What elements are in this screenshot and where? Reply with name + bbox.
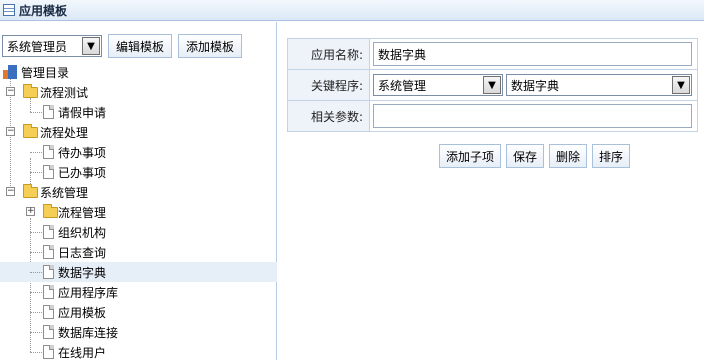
delete-button[interactable]: 删除	[549, 144, 588, 168]
user-select[interactable]: 系统管理员 ▼	[2, 35, 102, 57]
form-actions: 添加子项 保存 删除 排序	[439, 144, 635, 168]
collapse-icon[interactable]: −	[6, 187, 15, 196]
page-icon	[43, 325, 54, 339]
tree-item-label: 请假申请	[58, 105, 107, 120]
chevron-down-icon[interactable]: ▼	[483, 76, 501, 94]
add-child-button[interactable]: 添加子项	[439, 144, 502, 168]
tree-item[interactable]: 应用程序库	[0, 282, 277, 302]
tree-item-label: 已办事项	[58, 165, 107, 180]
chevron-down-icon[interactable]: ▼	[672, 76, 690, 94]
page-icon	[43, 105, 54, 119]
form-row-name: 应用名称: 数据字典	[287, 38, 698, 70]
folder-icon	[43, 204, 58, 218]
program-category-select[interactable]: 系统管理 ▼	[373, 74, 503, 96]
template-form: 应用名称: 数据字典 关键程序: 系统管理 ▼ 数据字典 ▼ 相关参数:	[287, 38, 698, 132]
tree-item[interactable]: 应用模板	[0, 302, 277, 322]
tree-item[interactable]: 请假申请	[0, 102, 277, 122]
tree-item[interactable]: 在线用户	[0, 342, 277, 362]
tree-connector	[30, 232, 42, 233]
tree-item-label: 在线用户	[58, 345, 107, 360]
page-icon	[43, 245, 54, 259]
program-item-select[interactable]: 数据字典 ▼	[506, 74, 692, 96]
edit-template-button[interactable]: 编辑模板	[108, 34, 173, 58]
tree-connector	[30, 172, 42, 173]
chevron-down-icon[interactable]: ▼	[82, 37, 100, 55]
tree-item-label: 流程管理	[58, 205, 107, 220]
page-icon	[43, 225, 54, 239]
folder-open-icon	[23, 124, 38, 138]
tree-item[interactable]: 日志查询	[0, 242, 277, 262]
tree-group-system-management[interactable]: − 系统管理	[0, 182, 277, 202]
tree-item-selected[interactable]: 数据字典	[0, 262, 277, 282]
tree-connector	[30, 152, 42, 153]
page-icon	[43, 305, 54, 319]
tree-group-label: 流程测试	[40, 85, 89, 100]
tree-root[interactable]: 管理目录	[0, 62, 277, 82]
tree-item-label: 应用模板	[58, 305, 107, 320]
tree-connector	[30, 112, 42, 113]
tree-group-flow-process[interactable]: − 流程处理	[0, 122, 277, 142]
folder-open-icon	[23, 184, 38, 198]
page-icon	[43, 285, 54, 299]
detail-panel: 应用名称: 数据字典 关键程序: 系统管理 ▼ 数据字典 ▼ 相关参数: 添加子…	[278, 22, 704, 360]
directory-tree: 管理目录 − 流程测试 请假申请 − 流程处理 待办事项 已办事项 − 系统管理…	[0, 62, 277, 362]
tree-item-label: 数据字典	[58, 265, 107, 280]
tree-connector	[30, 272, 42, 273]
program-cell: 系统管理 ▼ 数据字典 ▼	[369, 69, 698, 101]
form-row-params: 相关参数:	[287, 100, 698, 132]
left-panel: 系统管理员 ▼ 编辑模板 添加模板 管理目录 − 流程测试 请假申请 − 流程处…	[0, 22, 277, 360]
save-button[interactable]: 保存	[506, 144, 545, 168]
tree-group-label: 系统管理	[40, 185, 89, 200]
window-list-icon	[3, 4, 15, 16]
params-label: 相关参数:	[287, 100, 370, 132]
page-icon	[43, 345, 54, 359]
add-template-button[interactable]: 添加模板	[178, 34, 243, 58]
name-cell: 数据字典	[369, 38, 698, 70]
page-icon	[43, 165, 54, 179]
folder-open-icon	[23, 84, 38, 98]
tree-connector	[30, 252, 42, 253]
tree-group-label: 流程处理	[40, 125, 89, 140]
tree-item[interactable]: 待办事项	[0, 142, 277, 162]
tree-root-label: 管理目录	[21, 65, 70, 80]
tree-item-label: 数据库连接	[58, 325, 119, 340]
collapse-icon[interactable]: −	[6, 127, 15, 136]
tree-subgroup-flow-management[interactable]: + 流程管理	[0, 202, 277, 222]
tree-item-label: 应用程序库	[58, 285, 119, 300]
program-item-value: 数据字典	[511, 78, 560, 93]
form-row-program: 关键程序: 系统管理 ▼ 数据字典 ▼	[287, 69, 698, 101]
root-directory-icon	[3, 65, 17, 79]
tree-group-flow-test[interactable]: − 流程测试	[0, 82, 277, 102]
tree-connector	[30, 352, 42, 353]
tree-item-label: 待办事项	[58, 145, 107, 160]
tree-item[interactable]: 数据库连接	[0, 322, 277, 342]
page-icon	[43, 265, 54, 279]
tree-connector	[30, 292, 42, 293]
left-toolbar: 系统管理员 ▼ 编辑模板 添加模板	[2, 33, 243, 59]
params-input[interactable]	[373, 104, 692, 128]
page-icon	[43, 145, 54, 159]
params-cell	[369, 100, 698, 132]
app-name-input[interactable]: 数据字典	[373, 42, 692, 66]
tree-item[interactable]: 已办事项	[0, 162, 277, 182]
tree-item-label: 日志查询	[58, 245, 107, 260]
tree-item[interactable]: 组织机构	[0, 222, 277, 242]
sort-button[interactable]: 排序	[592, 144, 631, 168]
name-label: 应用名称:	[287, 38, 370, 70]
title-bar: 应用模板	[0, 0, 704, 21]
program-category-value: 系统管理	[378, 78, 427, 93]
user-select-value: 系统管理员	[7, 39, 68, 54]
tree-connector	[30, 312, 42, 313]
program-label: 关键程序:	[287, 69, 370, 101]
collapse-icon[interactable]: −	[6, 87, 15, 96]
window-title: 应用模板	[19, 3, 68, 18]
expand-icon[interactable]: +	[26, 207, 35, 216]
tree-item-label: 组织机构	[58, 225, 107, 240]
tree-connector	[30, 332, 42, 333]
program-selects: 系统管理 ▼ 数据字典 ▼	[373, 74, 697, 96]
